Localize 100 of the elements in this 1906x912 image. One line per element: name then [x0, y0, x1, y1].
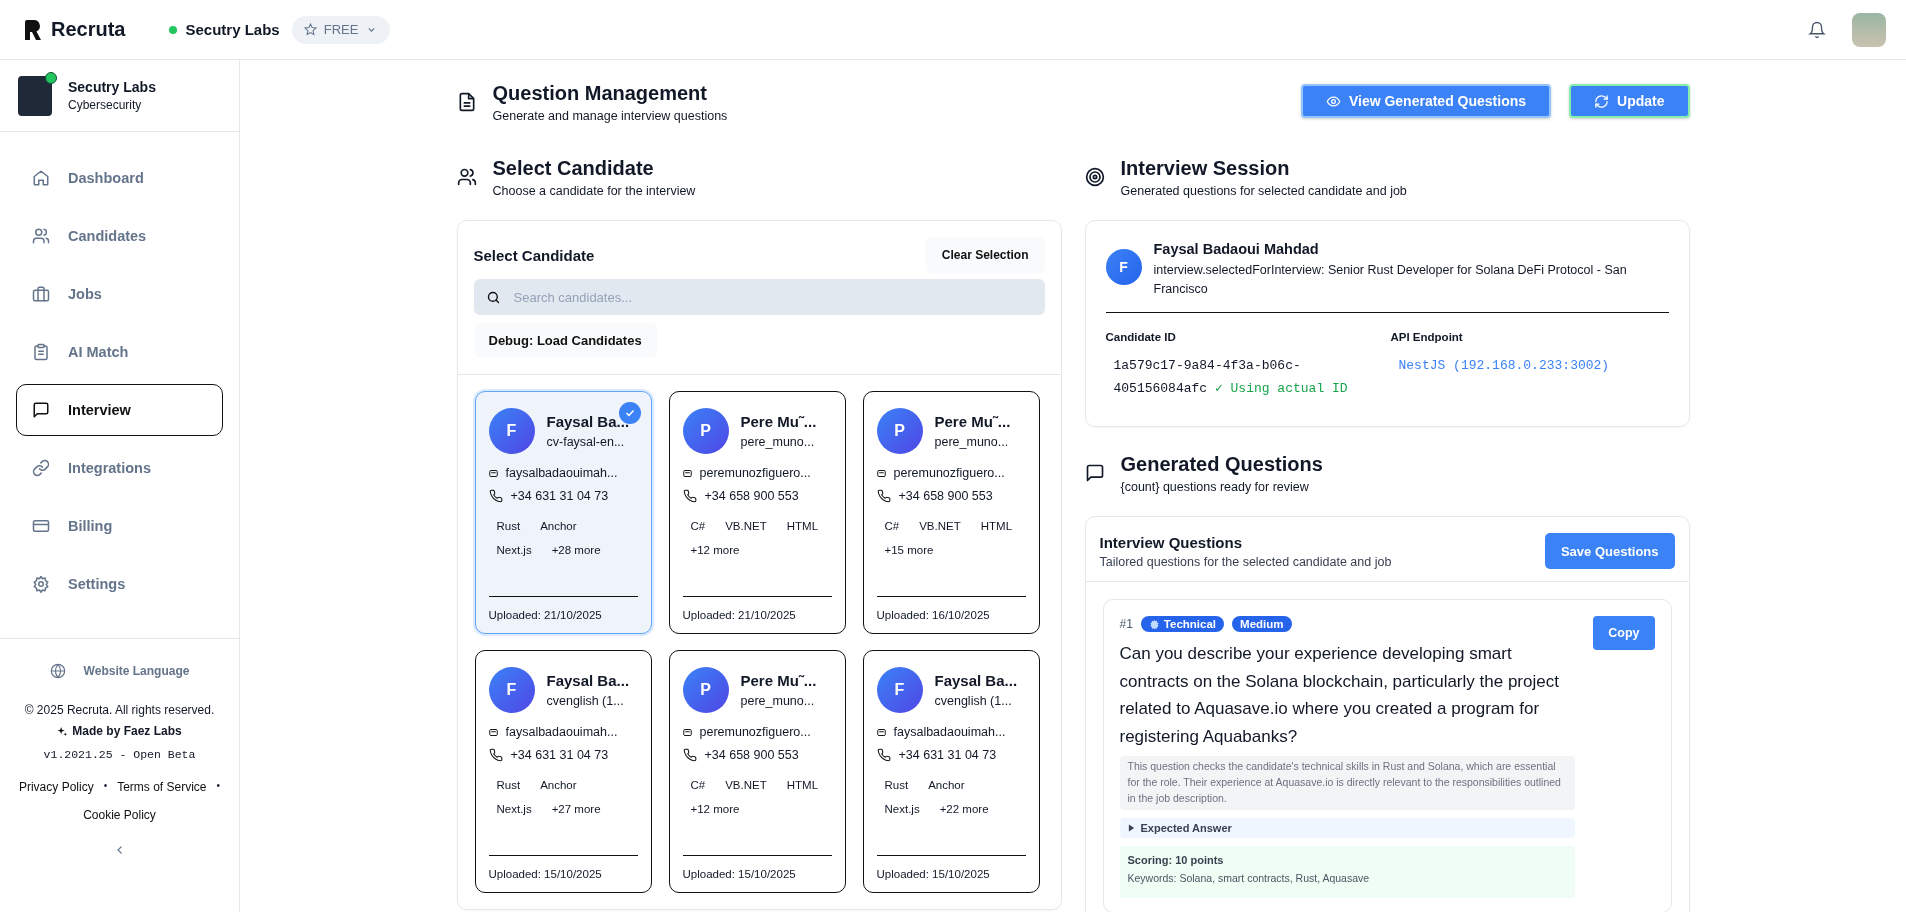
notification-bell-icon[interactable] [1808, 20, 1826, 39]
candidate-card[interactable]: F Faysal Ba... cvenglish (1... faysalbadaouimah... +34 631 31 04 73 Rust Anchor Next.js +27 more Uploaded: 15/10/2025 [474, 650, 652, 893]
section-subtitle: Generated questions for selected candidate and job [1120, 184, 1407, 198]
section-title: Select Candidate [492, 157, 655, 180]
candidate-card[interactable]: F Faysal Ba... cvenglish (1... faysalbadaouimah... +34 631 31 04 73 Rust Anchor Next.js +22 more Uploaded: 15/10/2025 [862, 650, 1040, 893]
company-category: Cybersecurity [68, 98, 143, 112]
sidebar-item[interactable]: Jobs [16, 268, 223, 320]
file-name: pere_muno... [934, 435, 1010, 449]
candidate-card[interactable]: P Pere Mu˜... pere_muno... peremunozfiguero... +34 658 900 553 C# VB.NET HTML +15 more Uploaded: 16/10/2025 [862, 391, 1040, 634]
skill-tag: Next.js [488, 539, 540, 561]
candidate-card[interactable]: P Pere Mu˜... pere_muno... peremunozfiguero... +34 658 900 553 C# VB.NET HTML +12 more Uploaded: 21/10/2025 [668, 391, 846, 634]
candidate-name: Faysal Ba... [546, 413, 630, 430]
candidate-phone: +34 631 31 04 73 [510, 489, 609, 503]
candidate-name: Pere Mu˜... [740, 672, 817, 689]
file-name: pere_muno... [740, 435, 816, 449]
sidebar-item[interactable]: Settings [16, 558, 223, 610]
skill-tag: Next.js [876, 798, 928, 820]
view-questions-button[interactable]: View Generated Questions [1300, 84, 1552, 118]
clipboard-icon [32, 343, 50, 361]
upload-date: Uploaded: 15/10/2025 [876, 855, 1026, 880]
candidate-email: faysalbadaouimah... [505, 466, 618, 480]
api-endpoint: NestJS (192.168.0.233:3002) [1397, 356, 1611, 375]
candidate-phone: +34 631 31 04 73 [898, 748, 997, 762]
house-icon [32, 169, 50, 187]
chat-bubble-icon [32, 401, 50, 419]
skill-tag: HTML [778, 774, 827, 796]
bullet-separator: • [216, 780, 221, 793]
save-questions-button[interactable]: Save Questions [1544, 533, 1675, 570]
file-name: cv-faysal-en... [546, 435, 626, 449]
link-icon [32, 459, 50, 477]
star-icon [303, 23, 317, 36]
plan-dropdown[interactable]: FREE [291, 15, 391, 44]
skill-tag: Anchor [532, 774, 585, 796]
expected-answer-toggle[interactable]: Expected Answer [1119, 817, 1576, 838]
mail-icon [488, 468, 498, 478]
avatar-initial: F [876, 667, 923, 713]
sidebar-item[interactable]: Integrations [16, 442, 223, 494]
debug-load-button[interactable]: Debug: Load Candidates [473, 323, 657, 358]
avatar-initial: F [488, 667, 535, 713]
skill-tag: +28 more [543, 539, 609, 561]
phone-icon [876, 748, 891, 762]
logo-icon [25, 19, 42, 40]
sidebar-item[interactable]: Candidates [16, 210, 223, 262]
skill-tag: Anchor [532, 515, 585, 537]
avatar-initial: F [488, 408, 535, 454]
skill-tag: +27 more [543, 798, 609, 820]
candidate-card[interactable]: F Faysal Ba... cv-faysal-en... faysalbadaouimah... +34 631 31 04 73 Rust Anchor Next.js +28 more Uploaded: 21/10/2025 [474, 391, 652, 634]
upload-date: Uploaded: 21/10/2025 [488, 596, 638, 621]
skill-tag: C# [876, 515, 908, 537]
search-field[interactable]: Search candidates... [473, 279, 1045, 315]
sidebar-item[interactable]: AI Match [16, 326, 223, 378]
language-link[interactable]: Website Language [49, 663, 190, 679]
eye-icon [1325, 93, 1341, 109]
skill-tag: +22 more [931, 798, 997, 820]
scoring-text: Scoring: 10 points [1127, 853, 1225, 866]
section-title: Interview Session [1120, 157, 1291, 180]
gear-icon [1148, 618, 1160, 630]
candidate-phone: +34 658 900 553 [898, 489, 993, 503]
candidate-card[interactable]: P Pere Mu˜... pere_muno... peremunozfiguero... +34 658 900 553 C# VB.NET HTML +12 more Uploaded: 15/10/2025 [668, 650, 846, 893]
copy-button[interactable]: Copy [1593, 616, 1655, 651]
clear-selection-button[interactable]: Clear Selection [925, 237, 1045, 273]
field-label: API Endpoint [1390, 330, 1464, 343]
skill-tag: C# [682, 515, 714, 537]
skill-tag: C# [682, 774, 714, 796]
file-name: pere_muno... [740, 694, 816, 708]
skill-tag: VB.NET [717, 774, 775, 796]
footer-link[interactable]: Privacy Policy [18, 780, 94, 794]
field-label: Candidate ID [1105, 330, 1177, 343]
candidate-email: peremunozfiguero... [893, 466, 1005, 480]
skill-tag: Anchor [920, 774, 973, 796]
candidate-phone: +34 631 31 04 73 [510, 748, 609, 762]
phone-icon [682, 748, 697, 762]
users-icon [32, 227, 50, 245]
copyright-text: © 2025 Recruta. All rights reserved. [24, 703, 215, 717]
globe-icon [49, 663, 66, 679]
skill-tag: VB.NET [911, 515, 969, 537]
candidate-name: Faysal Badaoui Mahdad [1153, 241, 1320, 257]
skill-tag: Rust [488, 774, 529, 796]
sidebar-item[interactable]: Dashboard [16, 152, 223, 204]
candidate-email: peremunozfiguero... [699, 725, 811, 739]
briefcase-icon [32, 285, 50, 303]
mail-icon [876, 727, 886, 737]
section-subtitle: {count} questions ready for review [1120, 480, 1310, 495]
upload-date: Uploaded: 15/10/2025 [488, 855, 638, 880]
avatar-initial: P [876, 408, 923, 454]
bullet-separator: • [103, 780, 108, 793]
candidate-id: 1a579c17-9a84-4f3a-b06c-405156084afc ✓ Using actual ID [1112, 356, 1349, 398]
users-icon [456, 167, 477, 187]
mail-icon [488, 727, 498, 737]
avatar-initial: P [682, 408, 729, 454]
target-icon [1084, 167, 1105, 187]
footer-link[interactable]: Terms of Service [117, 780, 207, 794]
sidebar-item[interactable]: Interview [16, 384, 223, 436]
keywords-text: Keywords: Solana, smart contracts, Rust, Aquasave [1127, 871, 1371, 884]
update-button[interactable]: Update [1569, 84, 1690, 118]
sparkles-icon [57, 725, 69, 737]
refresh-icon [1594, 93, 1610, 109]
sidebar-item[interactable]: Billing [16, 500, 223, 552]
footer-link[interactable]: Cookie Policy [83, 808, 156, 822]
candidate-email: faysalbadaouimah... [505, 725, 618, 739]
